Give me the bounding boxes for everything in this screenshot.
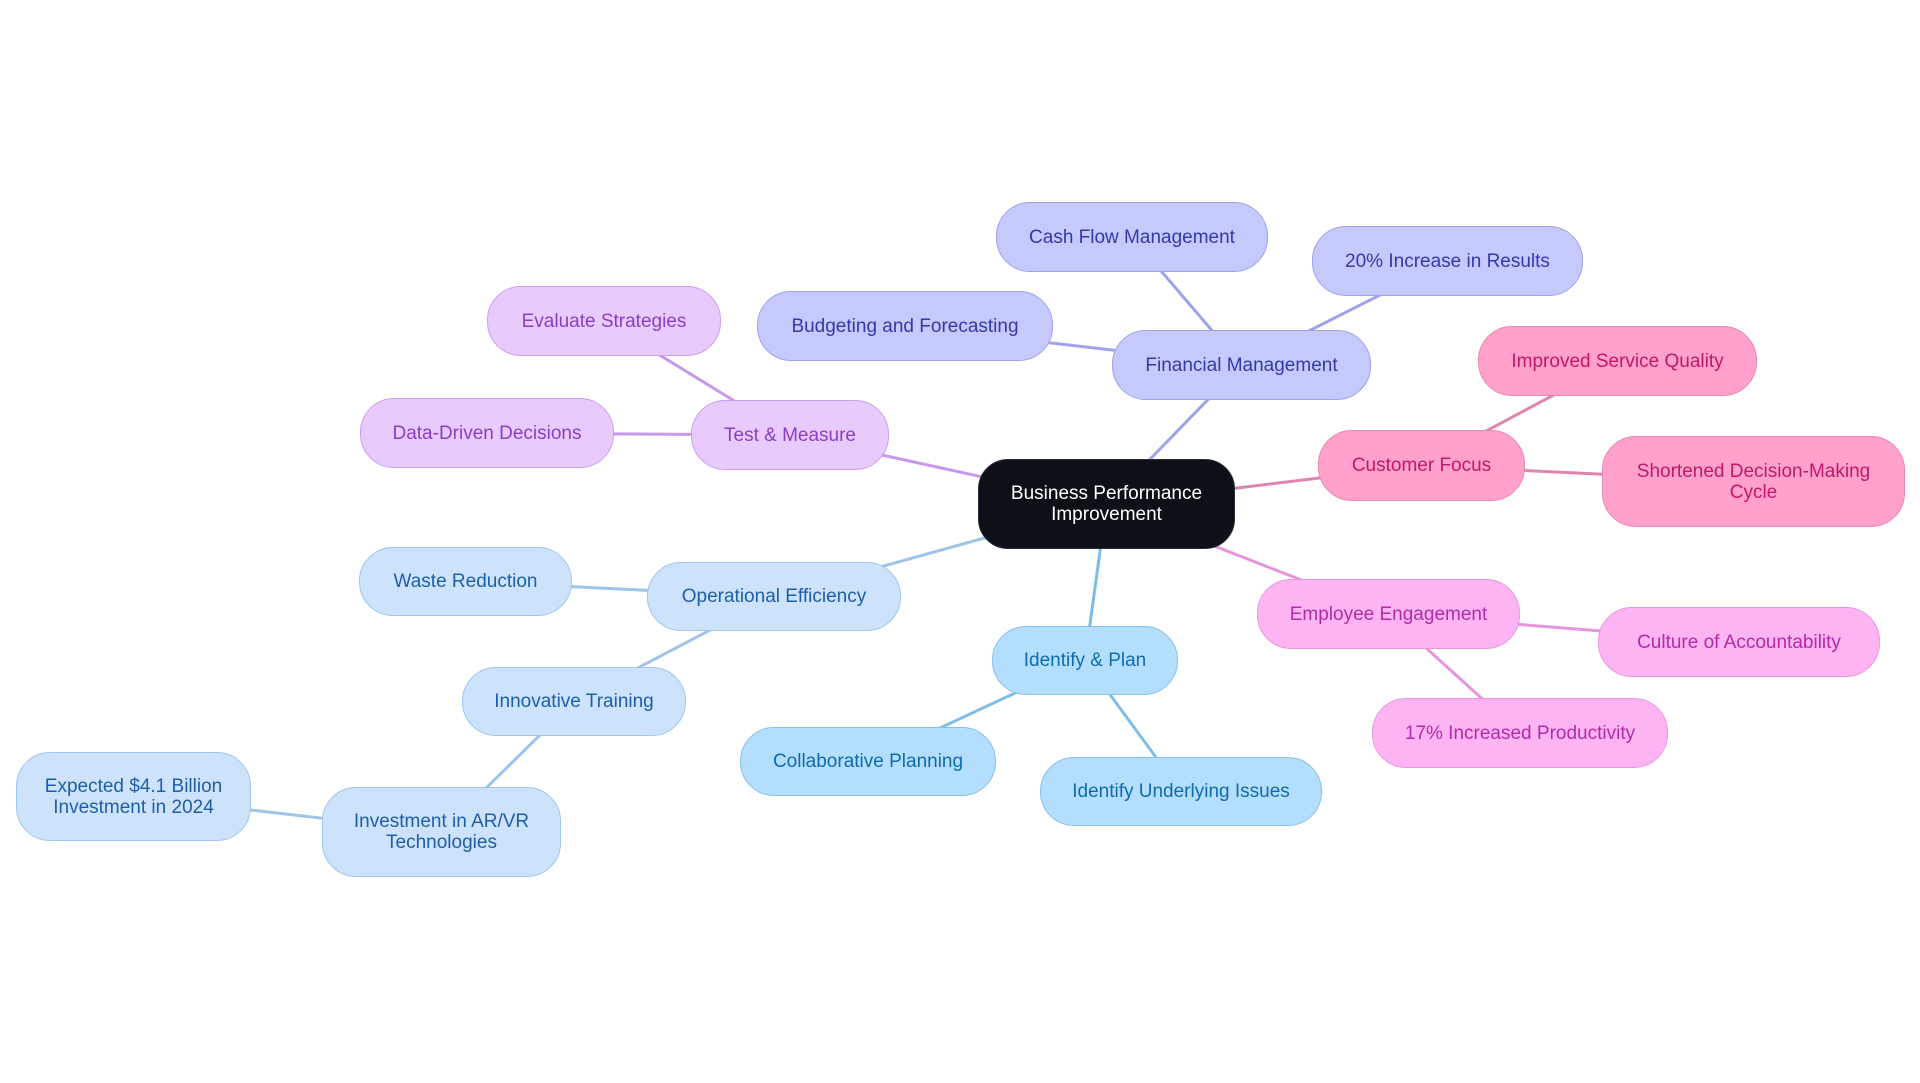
node-label: Improved Service Quality: [1511, 350, 1724, 372]
node-label: 20% Increase in Results: [1345, 250, 1550, 272]
node-label: Customer Focus: [1351, 455, 1492, 476]
node-test-measure[interactable]: Test & Measure: [691, 400, 889, 470]
node-label: Collaborative Planning: [772, 751, 964, 772]
node-label: Investment in AR/VR Technologies: [353, 811, 530, 853]
node-employee-engagement[interactable]: Employee Engagement: [1257, 579, 1520, 649]
mind-map-canvas: Business Performance Improvement Financi…: [0, 0, 1920, 1083]
node-evaluate-strategies[interactable]: Evaluate Strategies: [487, 286, 721, 356]
node-data-driven-decisions[interactable]: Data-Driven Decisions: [360, 398, 614, 468]
node-label: Identify Underlying Issues: [1072, 781, 1290, 802]
node-ar-vr-investment[interactable]: Investment in AR/VR Technologies: [322, 787, 561, 877]
node-20-percent-increase[interactable]: 20% Increase in Results: [1312, 226, 1583, 296]
node-waste-reduction[interactable]: Waste Reduction: [359, 547, 572, 616]
node-label: Cash Flow Management: [1029, 226, 1235, 248]
node-label: Test & Measure: [724, 424, 856, 446]
node-label: Shortened Decision-Making Cycle: [1636, 460, 1871, 503]
node-budgeting-forecasting[interactable]: Budgeting and Forecasting: [757, 291, 1053, 361]
node-identify-plan[interactable]: Identify & Plan: [992, 626, 1178, 695]
node-operational-efficiency[interactable]: Operational Efficiency: [647, 562, 901, 631]
node-label: Data-Driven Decisions: [392, 422, 582, 444]
node-label: Culture of Accountability: [1637, 631, 1841, 653]
node-label: Budgeting and Forecasting: [791, 315, 1019, 337]
node-financial-management[interactable]: Financial Management: [1112, 330, 1371, 400]
node-label: Evaluate Strategies: [521, 310, 687, 332]
node-innovative-training[interactable]: Innovative Training: [462, 667, 686, 736]
node-label: Waste Reduction: [393, 571, 538, 592]
root-node[interactable]: Business Performance Improvement: [978, 459, 1235, 549]
node-label: Identify & Plan: [1023, 650, 1147, 671]
node-culture-of-accountability[interactable]: Culture of Accountability: [1598, 607, 1880, 677]
node-shortened-decision-cycle[interactable]: Shortened Decision-Making Cycle: [1602, 436, 1905, 527]
root-label: Business Performance Improvement: [1010, 483, 1203, 525]
node-label: Operational Efficiency: [681, 586, 867, 607]
node-collaborative-planning[interactable]: Collaborative Planning: [740, 727, 996, 796]
node-expected-4-1-billion[interactable]: Expected $4.1 Billion Investment in 2024: [16, 752, 251, 841]
node-17-percent-productivity[interactable]: 17% Increased Productivity: [1372, 698, 1668, 768]
node-label: Financial Management: [1145, 354, 1338, 376]
node-label: 17% Increased Productivity: [1404, 722, 1636, 744]
node-improved-service-quality[interactable]: Improved Service Quality: [1478, 326, 1757, 396]
node-cash-flow-management[interactable]: Cash Flow Management: [996, 202, 1268, 272]
node-label: Employee Engagement: [1289, 603, 1488, 625]
node-label: Innovative Training: [494, 691, 654, 712]
node-identify-underlying-issues[interactable]: Identify Underlying Issues: [1040, 757, 1322, 826]
edges-layer: [133, 236, 1754, 834]
node-customer-focus[interactable]: Customer Focus: [1318, 430, 1525, 501]
node-label: Expected $4.1 Billion Investment in 2024: [44, 775, 223, 818]
